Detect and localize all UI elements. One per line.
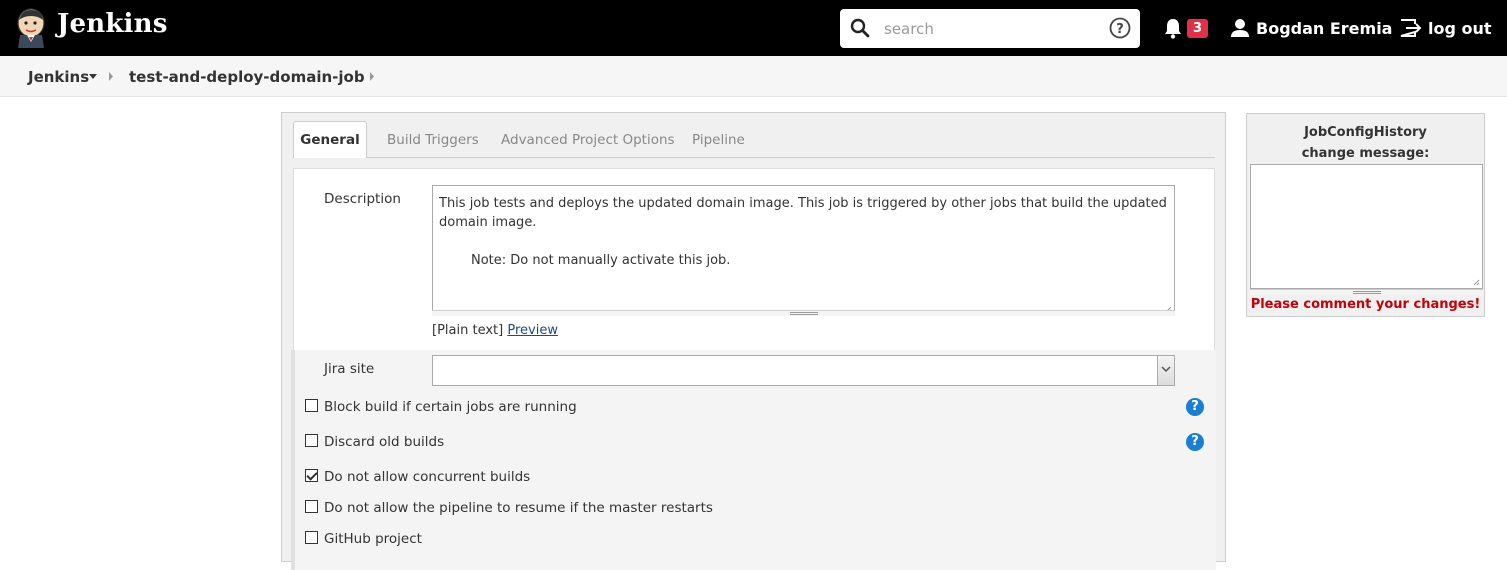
format-type: [Plain text] [432,323,504,338]
user-name-link[interactable]: Bogdan Eremia [1256,19,1392,38]
breadcrumb-job[interactable]: test-and-deploy-domain-job [129,68,365,86]
help-icon[interactable]: ? [1186,433,1204,451]
block-build-label[interactable]: Block build if certain jobs are running [324,399,577,415]
notification-count-badge[interactable]: 3 [1187,19,1208,38]
tab-pipeline[interactable]: Pipeline [692,132,745,148]
tab-advanced-project-options[interactable]: Advanced Project Options [501,132,675,148]
config-panel: General Build Triggers Advanced Project … [281,112,1226,570]
breadcrumb-dropdown-caret-icon[interactable] [89,74,97,79]
breadcrumb-jenkins[interactable]: Jenkins [28,68,89,86]
description-resize-handle[interactable] [432,310,1175,316]
job-config-history-title-line1: JobConfigHistory [1304,125,1427,140]
job-config-history-title: JobConfigHistory change message: [1247,122,1484,164]
change-message-resize-handle[interactable] [1250,289,1483,295]
chevron-down-icon [1161,366,1171,373]
tab-divider [293,157,1215,158]
no-concurrent-builds-checkbox[interactable] [305,469,318,482]
description-textarea[interactable]: This job tests and deploys the updated d… [432,185,1175,316]
job-config-history-panel: JobConfigHistory change message: Please … [1246,113,1485,317]
no-resume-checkbox[interactable] [305,500,318,513]
preview-link[interactable]: Preview [507,323,558,338]
block-build-checkbox[interactable] [305,399,318,412]
no-concurrent-builds-label[interactable]: Do not allow concurrent builds [324,469,530,485]
discard-old-builds-label[interactable]: Discard old builds [324,434,444,450]
description-note: Note: Do not manually activate this job. [471,253,731,268]
job-config-history-title-line2: change message: [1301,146,1430,161]
logout-icon[interactable] [1399,18,1423,38]
search-help-icon[interactable]: ? [1109,17,1131,39]
notification-bell-icon[interactable] [1163,18,1183,39]
github-project-checkbox[interactable] [305,531,318,544]
description-text: This job tests and deploys the updated d… [439,196,1167,230]
breadcrumb: Jenkins test-and-deploy-domain-job [0,56,1507,97]
jira-site-select[interactable] [432,355,1175,386]
search-input[interactable] [882,17,1097,41]
general-section: Description This job tests and deploys t… [291,168,1216,570]
jira-site-label: Jira site [324,361,375,377]
user-icon[interactable] [1230,18,1250,38]
search-icon [850,18,870,38]
discard-old-builds-checkbox[interactable] [305,434,318,447]
jenkins-logo-icon[interactable] [14,8,48,48]
help-icon[interactable]: ? [1186,398,1204,416]
breadcrumb-separator-icon[interactable] [369,72,375,81]
search-box[interactable]: ? [840,9,1140,48]
brand-title[interactable]: Jenkins [57,9,168,39]
resize-grip-icon[interactable] [1472,278,1480,286]
description-label: Description [324,191,401,207]
tab-build-triggers[interactable]: Build Triggers [387,132,479,148]
breadcrumb-separator-icon [109,72,113,81]
no-resume-label[interactable]: Do not allow the pipeline to resume if t… [324,500,713,516]
logout-link[interactable]: log out [1428,19,1492,38]
format-line: [Plain text] Preview [432,323,558,338]
change-message-textarea[interactable] [1250,164,1483,289]
top-header: Jenkins ? 3 Bogdan Eremia log out [0,0,1507,56]
comment-warning: Please comment your changes! [1250,297,1481,312]
svg-text:?: ? [1116,22,1124,37]
github-project-label[interactable]: GitHub project [324,531,422,547]
tab-general[interactable]: General [293,121,367,158]
select-dropdown-button[interactable] [1157,356,1174,385]
